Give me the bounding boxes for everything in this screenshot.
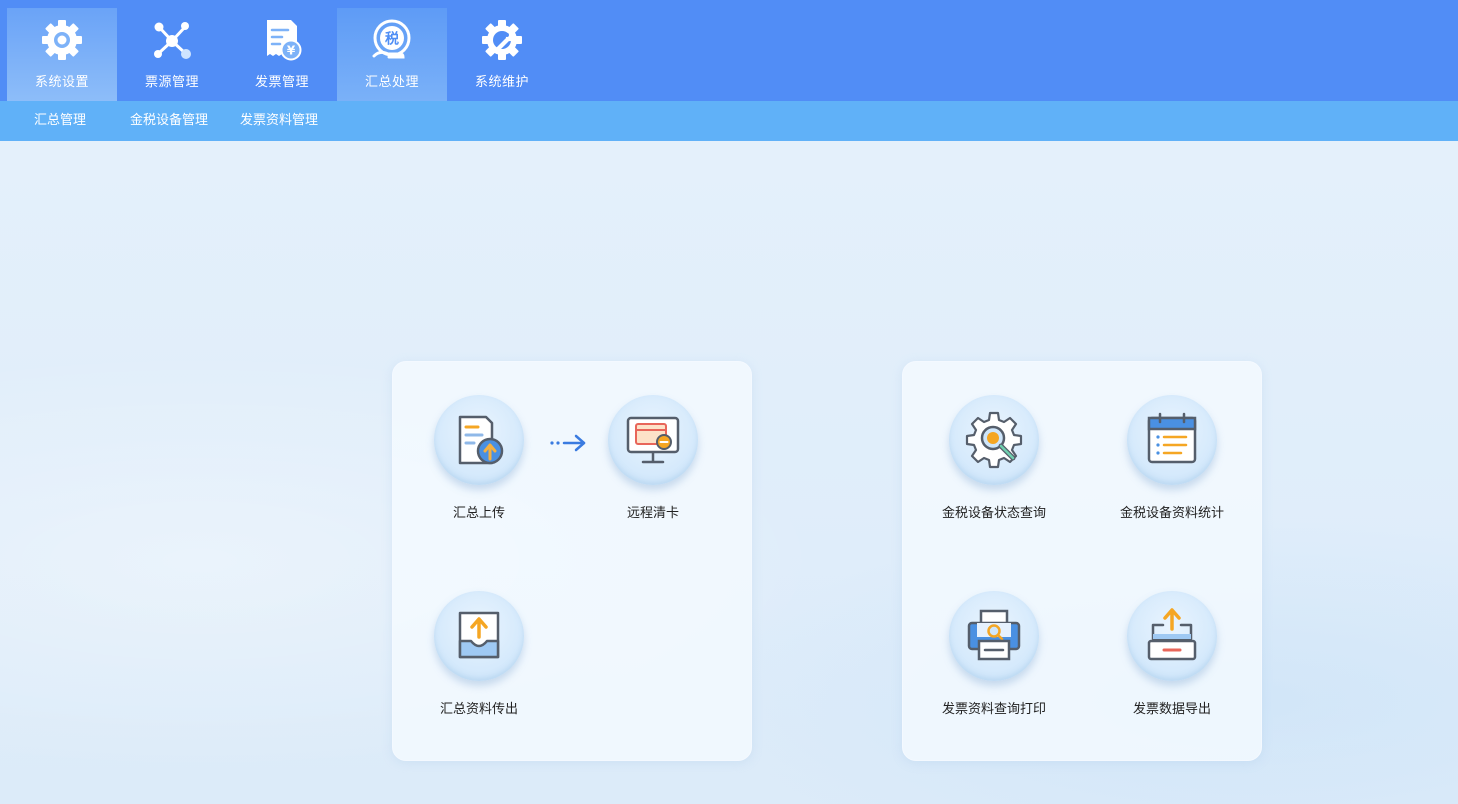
panel-summary-management: 汇总上传 远程清卡 汇总资料传出 <box>392 361 752 761</box>
sub-nav-bar: 汇总管理 金税设备管理 发票资料管理 <box>0 101 1458 141</box>
func-icon-circle <box>608 395 698 485</box>
document-upload-icon <box>458 415 504 465</box>
panel-tax-device-management: 金税设备状态查询 金税设备资料统计 发票资料查询打印 发票数据导出 <box>902 361 1262 761</box>
func-icon-circle <box>434 395 524 485</box>
sub-nav-tax-device-management[interactable]: 金税设备管理 <box>130 101 208 141</box>
invoice-yen-icon: ¥ <box>267 20 302 61</box>
func-label: 汇总上传 <box>452 506 505 521</box>
func-label: 发票资料查询打印 <box>941 702 1046 717</box>
gear-icon <box>42 20 82 60</box>
func-summary-upload[interactable]: 汇总上传 <box>404 395 554 521</box>
func-label: 金税设备资料统计 <box>1119 506 1224 521</box>
calendar-list-icon <box>1147 412 1197 464</box>
top-nav-bar: 系统设置 票源管理 ¥ 发票管理 税 汇总处理 系统维护 <box>0 0 1458 101</box>
func-summary-data-export[interactable]: 汇总资料传出 <box>404 591 554 717</box>
func-icon-circle <box>949 591 1039 681</box>
top-tab-ticket-source[interactable]: 票源管理 <box>117 8 227 101</box>
func-label: 汇总资料传出 <box>439 702 518 717</box>
func-icon-circle <box>949 395 1039 485</box>
network-icon <box>154 22 191 59</box>
top-tab-maintenance[interactable]: 系统维护 <box>447 8 557 101</box>
wrench-gear-icon <box>482 20 522 60</box>
func-invoice-data-query-print[interactable]: 发票资料查询打印 <box>919 591 1069 717</box>
func-label: 远程清卡 <box>626 506 679 521</box>
func-label: 发票数据导出 <box>1132 702 1211 717</box>
func-icon-circle <box>1127 395 1217 485</box>
tax-icon: 税 <box>372 19 411 59</box>
func-tax-device-data-statistics[interactable]: 金税设备资料统计 <box>1097 395 1247 521</box>
top-tab-label: 发票管理 <box>254 75 309 90</box>
main-content: 汇总上传 远程清卡 汇总资料传出 金税设备状态查询 金税设备资料统计 发票资料查… <box>0 141 1458 804</box>
svg-text:¥: ¥ <box>287 44 296 58</box>
sub-nav-summary-management[interactable]: 汇总管理 <box>34 101 86 141</box>
func-invoice-data-export[interactable]: 发票数据导出 <box>1097 591 1247 717</box>
func-tax-device-status-query[interactable]: 金税设备状态查询 <box>919 395 1069 521</box>
top-tab-invoice[interactable]: ¥ 发票管理 <box>227 8 337 101</box>
sub-nav-invoice-data-management[interactable]: 发票资料管理 <box>240 101 318 141</box>
gear-search-icon <box>965 411 1023 469</box>
export-tray-icon <box>1147 608 1197 661</box>
monitor-card-icon <box>626 416 680 464</box>
top-tab-system-settings[interactable]: 系统设置 <box>7 8 117 101</box>
top-tab-label: 票源管理 <box>144 75 199 90</box>
top-tab-label: 系统维护 <box>474 75 529 90</box>
func-icon-circle <box>1127 591 1217 681</box>
top-tab-label: 系统设置 <box>34 75 89 90</box>
func-remote-clear-card[interactable]: 远程清卡 <box>578 395 728 521</box>
svg-text:税: 税 <box>385 31 399 48</box>
printer-search-icon <box>967 609 1021 661</box>
top-tab-summary[interactable]: 税 汇总处理 <box>337 8 447 101</box>
top-tab-label: 汇总处理 <box>364 75 419 90</box>
func-label: 金税设备状态查询 <box>941 506 1046 521</box>
tray-upload-icon <box>458 611 500 659</box>
func-icon-circle <box>434 591 524 681</box>
